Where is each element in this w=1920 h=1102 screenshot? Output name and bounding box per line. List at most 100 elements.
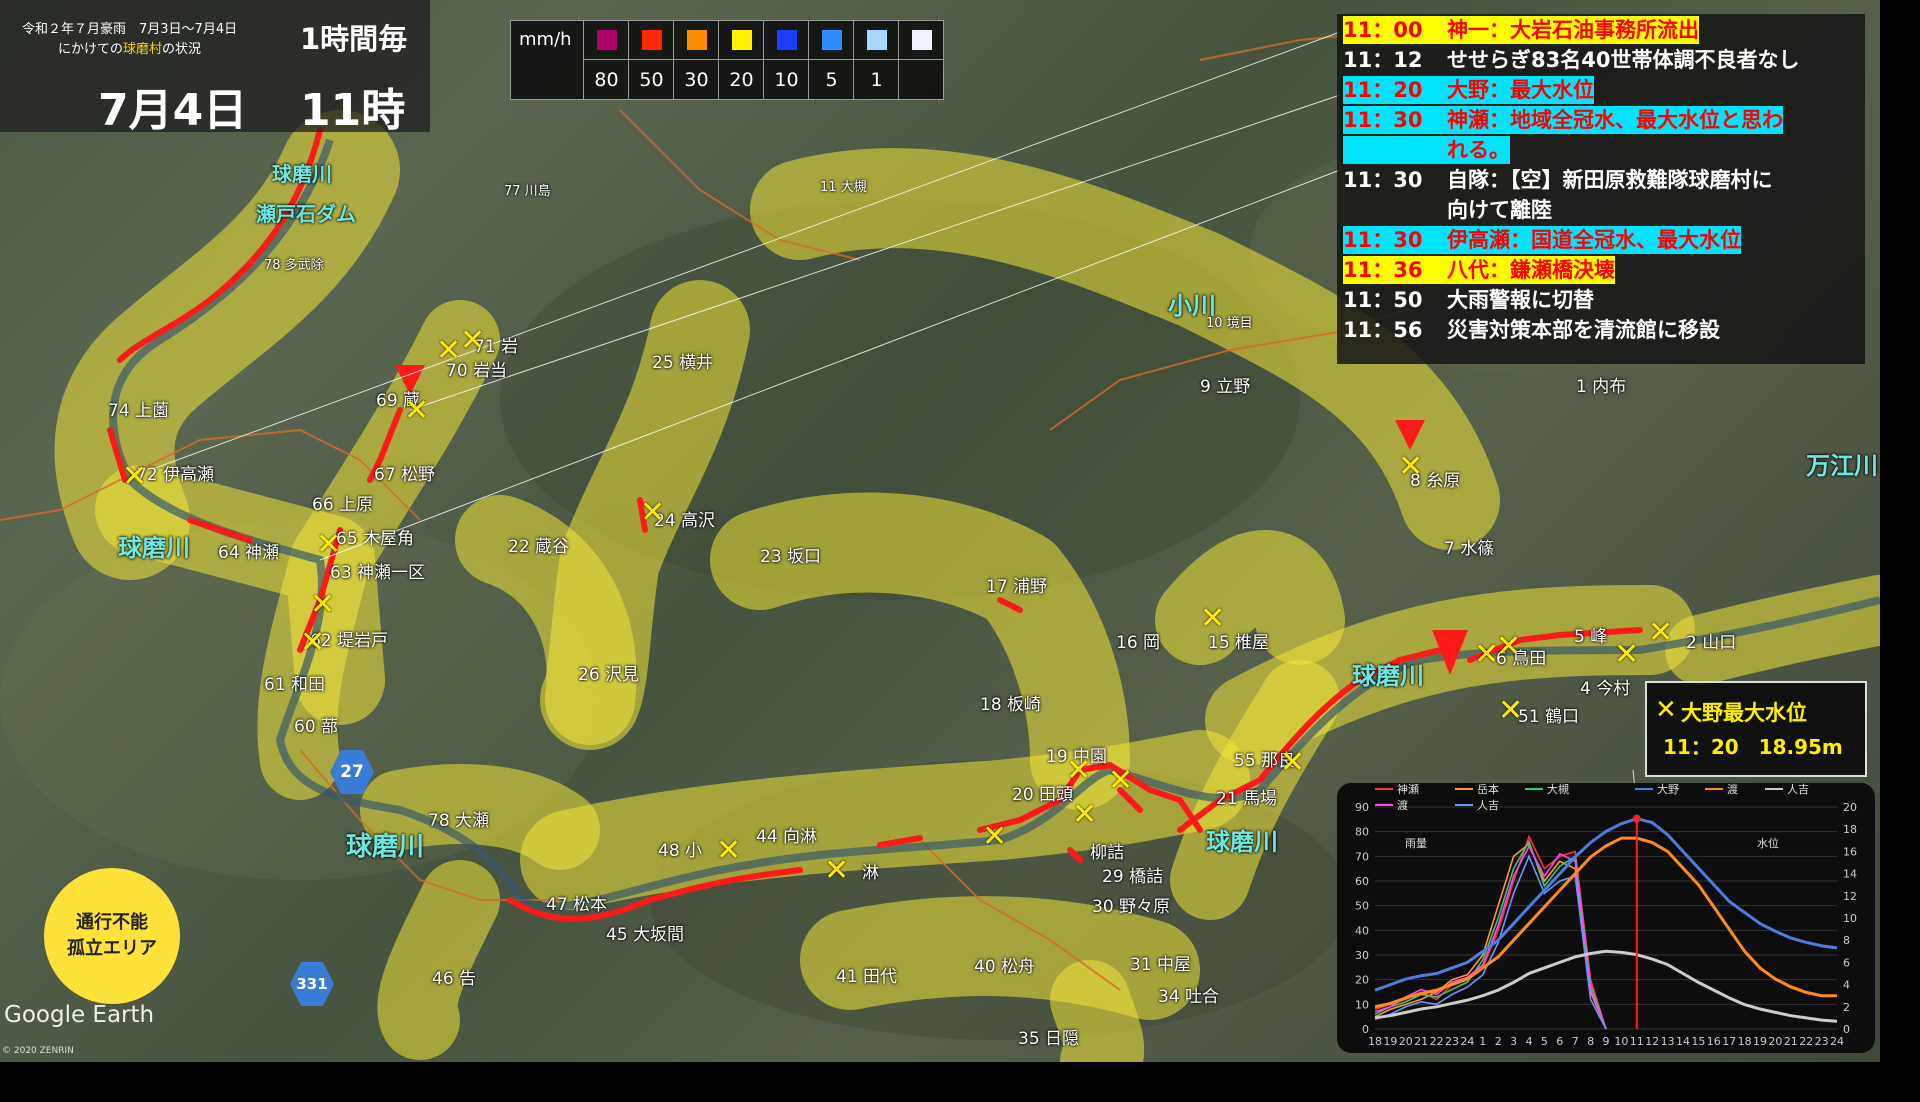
rainfall-value: 1 [853,59,899,100]
place-label: 30 野々原 [1092,897,1171,917]
place-label: 29 橋詰 [1102,867,1164,887]
timeline-time: 11：56 [1343,318,1423,342]
road-closure-marker: ✕ [1614,637,1640,672]
x-tick-label: 4 [1526,1035,1533,1048]
title-line2-prefix: にかけての [58,42,124,57]
legend-label: 渡 [1397,798,1408,812]
place-label: 淋 [862,863,879,883]
callout-level: 18.95m [1758,735,1843,759]
place-label: 66 上原 [312,495,374,515]
timeline-text: 神瀬：地域全冠水、最大水位と思わ [1447,108,1783,132]
timeline-text: れる。 [1447,138,1510,162]
title-line2-highlight: 球磨村 [123,42,163,57]
road-closure-marker: ✕ [1280,745,1306,780]
x-tick-label: 19 [1753,1035,1767,1048]
isolation-area-legend: 通行不能 孤立エリア [44,868,180,1004]
road-closure-marker: ✕ [1496,629,1522,664]
timeline-time: 11：30 [1343,168,1423,192]
timeline-entry: 11：50 大雨警報に切替 [1343,286,1594,314]
place-label: 5 峰 [1574,627,1608,647]
place-label: 61 和田 [264,675,326,695]
peak-marker-icon: ✕ [1655,695,1677,725]
rainfall-swatch-color [911,30,932,50]
right-tick-label: 0 [1843,1023,1850,1036]
timeline-time: 11：00 [1343,18,1423,42]
rainfall-value: 80 [583,59,629,100]
rainfall-swatch [853,21,899,59]
timeline-time: 11：50 [1343,288,1423,312]
rainfall-value: 10 [763,59,809,100]
legend-label: 岳本 [1477,783,1499,796]
place-label: 44 向淋 [756,827,818,847]
legend-label: 人吉 [1477,799,1499,812]
road-closure-marker: ✕ [1066,753,1092,788]
timeline-text: 大雨警報に切替 [1447,288,1594,312]
right-tick-label: 6 [1843,956,1850,969]
rainfall-swatch-color [731,30,752,50]
place-label: 74 上薗 [108,401,170,421]
place-label: 51 鶴口 [1518,707,1580,727]
x-tick-label: 12 [1645,1035,1659,1048]
river-label: 球磨川 [118,534,190,562]
x-tick-label: 11 [1630,1035,1644,1048]
title-panel: 令和２年７月豪雨 7月3日～7月4日 にかけての球磨村の状況 1時間毎 7月4日… [0,0,430,136]
place-label: 41 田代 [836,967,898,987]
left-tick-label: 80 [1355,826,1369,839]
left-tick-label: 40 [1355,924,1369,937]
place-label: 46 告 [432,969,477,989]
road-closure-marker: ✕ [122,459,148,494]
timeline-text: 神一：大岩石油事務所流出 [1447,18,1699,42]
place-label: 4 今村 [1580,679,1631,699]
place-label: 9 立野 [1200,377,1251,397]
right-axis-label: 水位 [1757,836,1779,850]
rainfall-value [898,59,944,100]
place-label: 34 吐合 [1158,987,1220,1007]
left-tick-label: 20 [1355,974,1369,987]
rainfall-swatch-color [641,30,662,50]
x-tick-label: 21 [1784,1035,1798,1048]
x-tick-label: 24 [1830,1035,1844,1048]
hour-label: 11時 [300,85,406,136]
rainfall-swatch [808,21,854,59]
legend-label: 大野 [1657,783,1679,796]
rainfall-legend: mm/h 80 50 30 20 10 5 1 [510,20,944,100]
road-closure-marker: ✕ [1108,763,1134,798]
x-tick-label: 19 [1383,1035,1397,1048]
left-tick-label: 70 [1355,850,1369,863]
place-label: 2 山口 [1686,633,1737,653]
place-label: 45 大坂間 [606,925,685,945]
rainfall-swatch-color [866,30,887,50]
road-closure-marker: ✕ [640,495,666,530]
zenrin-attribution: © 2020 ZENRIN [2,1046,74,1056]
rainfall-swatch [898,21,944,59]
timeline-text: 伊高瀬：国道全冠水、最大水位 [1447,228,1741,252]
timeline-text: 災害対策本部を清流館に移設 [1447,318,1720,342]
rain-level-chart: 0 10 20 30 40 50 60 70 80 90 0 2 4 6 8 10 12 14 16 18 20 18 19… [1337,783,1875,1053]
timeline-entry: 11：30 伊高瀬：国道全冠水、最大水位 [1343,226,1741,254]
timeline-text: 向けて離陸 [1447,198,1552,222]
satellite-map[interactable]: 球磨川 瀬戸石ダム 球磨川 球磨川 球磨川 球磨川 小川 万江川 77 川島 7… [0,0,1880,1062]
x-tick-label: 18 [1368,1035,1382,1048]
interval-label: 1時間毎 [300,22,408,56]
title-line2-suffix: の状況 [162,42,202,57]
right-tick-label: 14 [1843,868,1857,881]
timeline-time: 11：30 [1343,228,1423,252]
left-axis-label: 雨量 [1405,837,1427,850]
place-label: 77 川島 [504,184,551,199]
rainfall-swatch-color [776,30,797,50]
place-label: 35 日隠 [1018,1029,1080,1049]
place-label: 31 中屋 [1130,955,1192,975]
x-tick-label: 7 [1572,1035,1579,1048]
timeline-entry: 11：00 神一：大岩石油事務所流出 [1343,16,1699,44]
road-closure-marker: ✕ [1200,601,1226,636]
place-label: 11 大槻 [820,180,867,195]
left-tick-label: 50 [1355,900,1369,913]
rainfall-value: 50 [628,59,674,100]
place-label: 16 岡 [1116,633,1161,653]
x-tick-label: 22 [1799,1035,1813,1048]
rainfall-swatch-color [686,30,707,50]
river-label: 球磨川 [346,832,425,862]
river-label: 万江川 [1806,452,1878,480]
place-label: 65 木屋角 [336,529,415,549]
x-tick-label: 6 [1556,1035,1563,1048]
